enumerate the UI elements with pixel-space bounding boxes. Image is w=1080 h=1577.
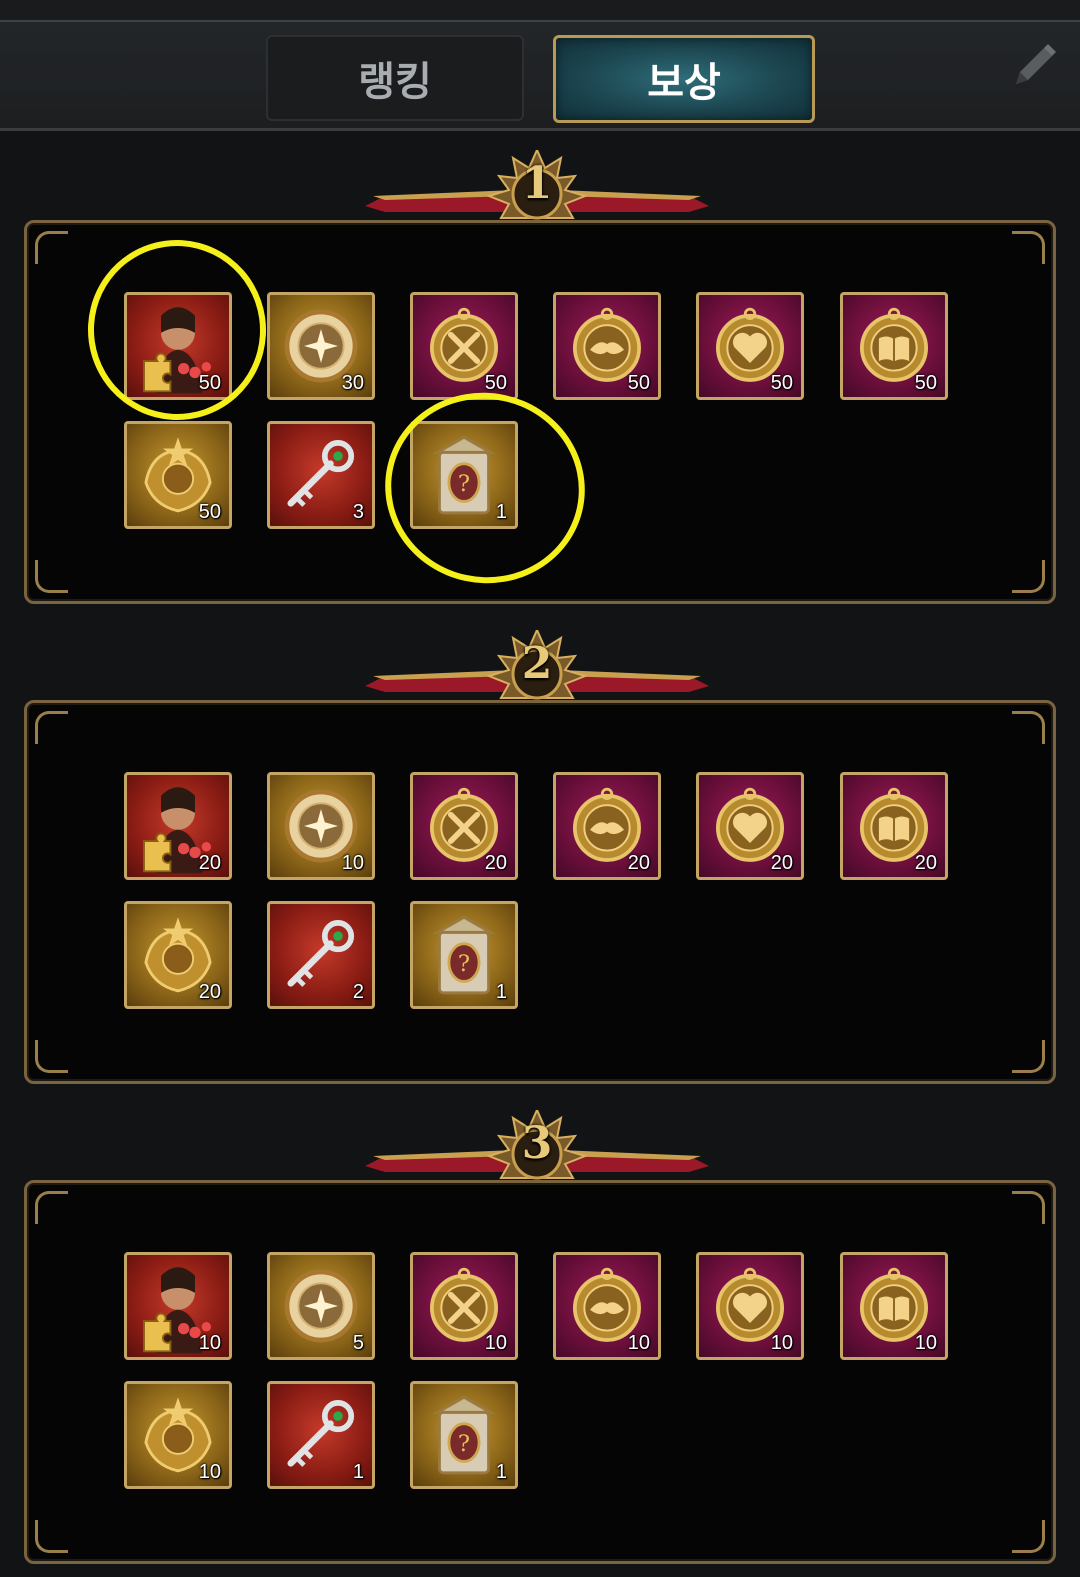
item-count: 50 xyxy=(914,372,937,394)
item-count: 20 xyxy=(914,852,937,874)
item-count: 50 xyxy=(198,372,221,394)
reward-item[interactable]: 50 xyxy=(124,292,232,400)
item-count: 30 xyxy=(341,372,364,394)
reward-item[interactable]: ? 1 xyxy=(410,421,518,529)
item-count: 10 xyxy=(484,1332,507,1354)
reward-item[interactable]: 20 xyxy=(410,772,518,880)
reward-item[interactable]: 10 xyxy=(696,1252,804,1360)
reward-item[interactable]: 50 xyxy=(124,421,232,529)
reward-item[interactable]: 30 xyxy=(267,292,375,400)
reward-item[interactable]: 10 xyxy=(124,1381,232,1489)
reward-item[interactable]: 20 xyxy=(840,772,948,880)
panel-corner-ornament xyxy=(1012,560,1045,593)
tab-ranking[interactable]: 랭킹 xyxy=(266,35,524,121)
status-strip xyxy=(0,0,1080,22)
item-count: 10 xyxy=(770,1332,793,1354)
reward-panel xyxy=(24,1180,1056,1564)
reward-item[interactable]: 50 xyxy=(410,292,518,400)
reward-item[interactable]: 10 xyxy=(267,772,375,880)
tab-rewards[interactable]: 보상 xyxy=(553,35,815,123)
item-count: 10 xyxy=(627,1332,650,1354)
panel-corner-ornament xyxy=(1012,231,1045,264)
rank-badge: 3 xyxy=(365,1107,709,1180)
panel-corner-ornament xyxy=(1012,1191,1045,1224)
svg-text:?: ? xyxy=(458,1431,470,1457)
panel-corner-ornament xyxy=(35,711,68,744)
rank-number: 2 xyxy=(521,638,553,689)
reward-item[interactable]: 20 xyxy=(124,901,232,1009)
reward-panel xyxy=(24,700,1056,1084)
item-count: 5 xyxy=(352,1332,364,1354)
panel-corner-ornament xyxy=(1012,711,1045,744)
rank-badge: 2 xyxy=(365,627,709,700)
rank-number: 1 xyxy=(521,158,553,209)
panel-corner-ornament xyxy=(35,1040,68,1073)
reward-item[interactable]: 10 xyxy=(410,1252,518,1360)
reward-item[interactable]: 10 xyxy=(553,1252,661,1360)
reward-item[interactable]: 3 xyxy=(267,421,375,529)
item-count: 50 xyxy=(484,372,507,394)
rank-number: 3 xyxy=(521,1118,553,1169)
item-count: 50 xyxy=(198,501,221,523)
reward-panel xyxy=(24,220,1056,604)
panel-corner-ornament xyxy=(1012,1520,1045,1553)
top-bar: 랭킹 보상 xyxy=(0,0,1080,131)
reward-item[interactable]: 20 xyxy=(553,772,661,880)
item-count: 20 xyxy=(484,852,507,874)
svg-text:?: ? xyxy=(458,951,470,977)
item-count: 20 xyxy=(198,981,221,1003)
item-count: 3 xyxy=(352,501,364,523)
reward-item[interactable]: 50 xyxy=(553,292,661,400)
reward-item[interactable]: 50 xyxy=(840,292,948,400)
item-count: 1 xyxy=(495,981,507,1003)
reward-item[interactable]: ? 1 xyxy=(410,901,518,1009)
reward-item[interactable]: 50 xyxy=(696,292,804,400)
item-count: 1 xyxy=(352,1461,364,1483)
panel-corner-ornament xyxy=(1012,1040,1045,1073)
reward-item[interactable]: 10 xyxy=(124,1252,232,1360)
item-count: 50 xyxy=(627,372,650,394)
item-count: 10 xyxy=(914,1332,937,1354)
item-count: 10 xyxy=(198,1332,221,1354)
item-count: 20 xyxy=(627,852,650,874)
panel-corner-ornament xyxy=(35,560,68,593)
rank-badge: 1 xyxy=(365,147,709,220)
reward-item[interactable]: 5 xyxy=(267,1252,375,1360)
item-count: 10 xyxy=(341,852,364,874)
item-count: 1 xyxy=(495,1461,507,1483)
reward-item[interactable]: 10 xyxy=(840,1252,948,1360)
pencil-icon[interactable] xyxy=(1006,38,1062,94)
item-count: 20 xyxy=(770,852,793,874)
reward-item[interactable]: 20 xyxy=(124,772,232,880)
reward-item[interactable]: 20 xyxy=(696,772,804,880)
reward-item[interactable]: ? 1 xyxy=(410,1381,518,1489)
svg-text:?: ? xyxy=(458,471,470,497)
item-count: 1 xyxy=(495,501,507,523)
item-count: 20 xyxy=(198,852,221,874)
reward-item[interactable]: 1 xyxy=(267,1381,375,1489)
item-count: 10 xyxy=(198,1461,221,1483)
panel-corner-ornament xyxy=(35,1520,68,1553)
panel-corner-ornament xyxy=(35,231,68,264)
item-count: 2 xyxy=(352,981,364,1003)
reward-item[interactable]: 2 xyxy=(267,901,375,1009)
item-count: 50 xyxy=(770,372,793,394)
panel-corner-ornament xyxy=(35,1191,68,1224)
